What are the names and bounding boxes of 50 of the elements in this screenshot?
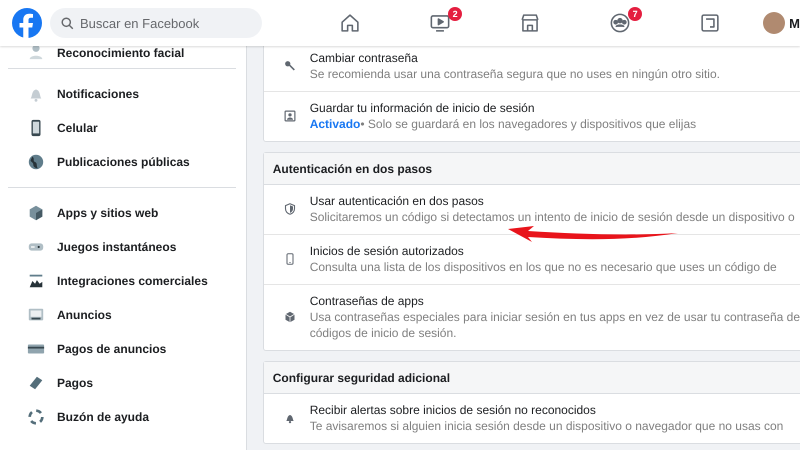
sidebar-item[interactable]: Notificaciones [57, 87, 140, 101]
section-heading: Autenticación en dos pasos [272, 162, 432, 176]
sidebar-item[interactable]: Integraciones comerciales [57, 274, 208, 288]
search-icon [61, 17, 74, 30]
setting-description: Se recomienda usar una contraseña segura que no uses en ningún otro sitio. [310, 66, 720, 82]
setting-description: códigos de inicio de sesión. [310, 325, 458, 341]
card-icon [27, 374, 45, 392]
nav-tab[interactable]: 7 [575, 0, 666, 46]
sidebar-item[interactable]: Buzón de ayuda [57, 410, 150, 424]
setting-title[interactable]: Inicios de sesión autorizados [310, 243, 777, 259]
setting-title[interactable]: Recibir alertas sobre inicios de sesión no reconocidos [310, 402, 784, 418]
setting-title[interactable]: Guardar tu información de inicio de sesión [310, 100, 696, 116]
setting-title[interactable]: Contraseñas de apps [310, 293, 800, 309]
search-field[interactable]: Buscar en Facebook [50, 8, 262, 38]
sidebar-item[interactable]: Apps y sitios web [57, 206, 158, 220]
cube-icon [284, 311, 296, 323]
avatar[interactable] [763, 12, 786, 34]
globe-icon [27, 153, 45, 171]
notification-count: 7 [628, 7, 642, 21]
setting-description: Activado• Solo se guardará en los navegadores y dispositivos que elijas [310, 116, 696, 132]
setting-title[interactable]: Usar autenticación en dos pasos [310, 193, 795, 209]
sidebar-item[interactable]: Reconocimiento facial [57, 46, 184, 60]
setting-description: Solicitaremos un código si detectamos un intento de inicio de sesión desde un dispositivo o [310, 209, 795, 225]
setting-description: Te avisaremos si alguien inicia sesión desde un dispositivo o navegador que no usas con [310, 418, 784, 434]
logo-icon[interactable] [12, 8, 42, 38]
key-icon [284, 60, 296, 72]
setting-description: Usa contraseñas especiales para iniciar sesión en tus apps en vez de usar tu contraseña de [310, 309, 800, 325]
sidebar-item[interactable]: Celular [57, 121, 98, 135]
gaming-icon [699, 12, 722, 34]
setting-description: Consulta una lista de los dispositivos en los que no es necesario que uses un código de [310, 259, 777, 275]
lifebuoy-icon [27, 408, 45, 426]
section-heading: Configurar seguridad adicional [272, 370, 450, 384]
phone-icon [284, 253, 296, 265]
notification-count: 2 [448, 7, 462, 21]
cube-icon [27, 204, 45, 222]
setting-title[interactable]: Cambiar contraseña [310, 50, 720, 66]
groups-icon [609, 12, 632, 34]
sidebar-item[interactable]: Juegos instantáneos [57, 240, 176, 254]
sidebar-item[interactable]: Pagos de anuncios [57, 342, 166, 356]
profile-name[interactable]: M [789, 16, 800, 30]
shield-icon [284, 203, 296, 215]
contact-icon [284, 110, 296, 122]
sidebar-item[interactable]: Pagos [57, 376, 94, 390]
bell-icon [284, 412, 296, 424]
video-icon [429, 12, 452, 34]
sidebar-item[interactable]: Anuncios [57, 308, 112, 322]
home-icon [339, 12, 362, 34]
store-icon [519, 12, 542, 34]
nav-tab[interactable]: 2 [395, 0, 486, 46]
sidebar-item[interactable]: Publicaciones públicas [57, 155, 190, 169]
